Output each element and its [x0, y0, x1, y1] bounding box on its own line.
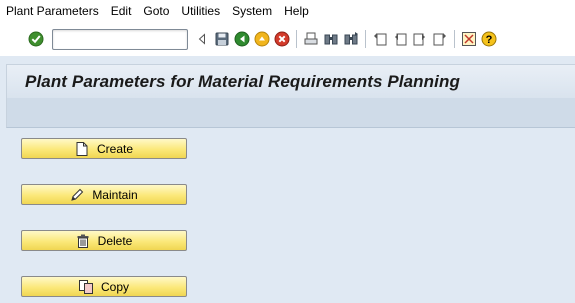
exit-icon[interactable]: [254, 31, 270, 47]
layout-menu-icon[interactable]: [461, 31, 477, 47]
toolbar-separator: [365, 30, 366, 48]
copy-button[interactable]: Copy: [21, 276, 187, 297]
pencil-icon: [70, 188, 84, 202]
enter-check-icon[interactable]: [28, 31, 44, 47]
main-content: Create Maintain Delete Copy: [6, 128, 575, 303]
toolbar-separator: [454, 30, 455, 48]
maintain-button[interactable]: Maintain: [21, 184, 187, 205]
menu-edit[interactable]: Edit: [105, 0, 138, 22]
page-title: Plant Parameters for Material Requiremen…: [25, 72, 460, 91]
last-page-icon[interactable]: [432, 31, 448, 47]
toolbar-separator: [296, 30, 297, 48]
menu-bar: Plant Parameters Edit Goto Utilities Sys…: [0, 0, 575, 22]
find-icon[interactable]: [323, 31, 339, 47]
back-icon[interactable]: [234, 31, 250, 47]
application-toolbar: [6, 98, 575, 128]
command-field[interactable]: [52, 28, 188, 50]
create-button[interactable]: Create: [21, 138, 187, 159]
title-bar: Plant Parameters for Material Requiremen…: [6, 64, 575, 98]
create-icon: [75, 141, 89, 156]
expand-arrow-icon[interactable]: [194, 31, 210, 47]
maintain-button-label: Maintain: [92, 187, 138, 202]
create-button-label: Create: [96, 141, 134, 156]
standard-toolbar: ?: [0, 22, 575, 56]
menu-system[interactable]: System: [226, 0, 278, 22]
svg-text:?: ?: [486, 34, 493, 46]
trash-icon: [76, 234, 90, 248]
delete-button-label: Delete: [97, 233, 133, 248]
menu-goto[interactable]: Goto: [137, 0, 175, 22]
first-page-icon[interactable]: [372, 31, 388, 47]
print-icon[interactable]: [303, 31, 319, 47]
find-next-icon[interactable]: [343, 31, 359, 47]
previous-page-icon[interactable]: [392, 31, 408, 47]
copy-button-label: Copy: [100, 279, 129, 294]
menu-help[interactable]: Help: [278, 0, 315, 22]
save-icon[interactable]: [214, 31, 230, 47]
help-icon[interactable]: ?: [481, 31, 497, 47]
next-page-icon[interactable]: [412, 31, 428, 47]
menu-utilities[interactable]: Utilities: [175, 0, 226, 22]
delete-button[interactable]: Delete: [21, 230, 187, 251]
copy-icon: [78, 279, 93, 294]
menu-plant-parameters[interactable]: Plant Parameters: [0, 0, 105, 22]
cancel-icon[interactable]: [274, 31, 290, 47]
